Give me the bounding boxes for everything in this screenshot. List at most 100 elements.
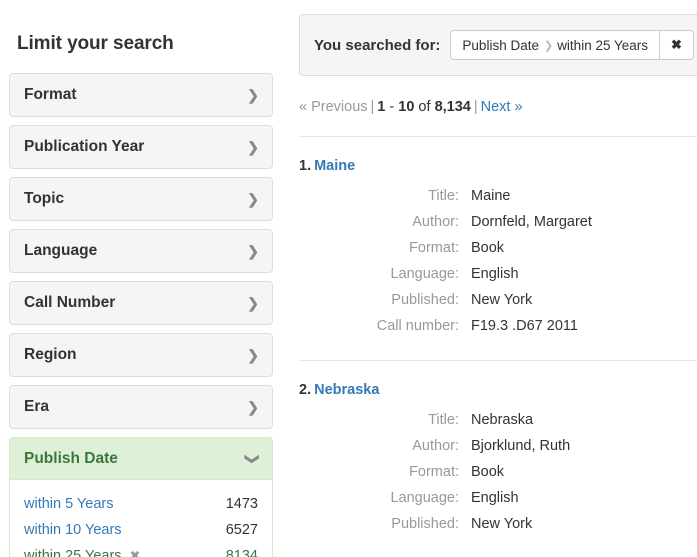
pagination: « Previous | 1 - 10 of 8,134 | Next » bbox=[299, 99, 697, 115]
facet-toggle-region[interactable]: Region ❯ bbox=[10, 334, 272, 376]
facet-panel-publish-date: Publish Date ❯ within 5 Years 1473 within 10… bbox=[9, 437, 273, 557]
facet-list: Format ❯ Publication Year ❯ Topic ❯ Language ❯ C… bbox=[9, 73, 273, 557]
result-field-row: Title: Nebraska bbox=[299, 407, 697, 433]
facet-toggle-publish-date[interactable]: Publish Date ❯ bbox=[10, 438, 272, 480]
chevron-right-icon: ❯ bbox=[247, 243, 259, 259]
facet-panel-call-number: Call Number ❯ bbox=[9, 281, 273, 325]
facet-value-row: within 5 Years 1473 bbox=[24, 491, 258, 517]
active-filter-pill[interactable]: Publish Date ❯ within 25 Years bbox=[450, 30, 660, 60]
result-field-value: Book bbox=[471, 240, 505, 256]
of-word: of bbox=[414, 99, 435, 115]
result-field-row: Author: Dornfeld, Margaret bbox=[299, 209, 697, 235]
active-filter-group: Publish Date ❯ within 25 Years ✖ bbox=[450, 30, 694, 60]
result-field-row: Title: Maine bbox=[299, 183, 697, 209]
result-field-row: Call number: F19.3 .D67 2011 bbox=[299, 313, 697, 339]
result-title-link[interactable]: Maine bbox=[314, 158, 355, 174]
active-filter-value: within 25 Years bbox=[557, 37, 649, 53]
facet-label: Region bbox=[24, 346, 77, 363]
remove-filter-button[interactable]: ✖ bbox=[659, 30, 694, 60]
facet-panel-topic: Topic ❯ bbox=[9, 177, 273, 221]
result-field-row: Published: New York bbox=[299, 287, 697, 313]
facet-panel-language: Language ❯ bbox=[9, 229, 273, 273]
result-field-value: Dornfeld, Margaret bbox=[471, 214, 592, 230]
range-end: 10 bbox=[398, 99, 415, 115]
result-field-label: Format: bbox=[409, 464, 459, 480]
range-dash: - bbox=[385, 99, 399, 115]
result-range: 1 - 10 of 8,134 bbox=[377, 99, 471, 115]
chevron-down-icon: ❯ bbox=[245, 453, 262, 465]
facet-value-link[interactable]: within 5 Years bbox=[24, 491, 113, 517]
facet-value-count: 6527 bbox=[225, 522, 258, 538]
facet-panel-format: Format ❯ bbox=[9, 73, 273, 117]
result-record: 2. Nebraska Title: Nebraska Author: Bjorklund… bbox=[299, 360, 697, 537]
facet-label: Publish Date bbox=[24, 450, 118, 467]
close-x-icon: ✖ bbox=[671, 37, 682, 52]
result-index: 1. bbox=[299, 158, 312, 174]
facet-value-row: within 10 Years 6527 bbox=[24, 517, 258, 543]
facet-panel-region: Region ❯ bbox=[9, 333, 273, 377]
facet-toggle-language[interactable]: Language ❯ bbox=[10, 230, 272, 272]
result-field-row: Language: English bbox=[299, 261, 697, 287]
chevron-right-icon: ❯ bbox=[247, 139, 259, 155]
facet-label: Publication Year bbox=[24, 138, 145, 155]
facet-toggle-publication-year[interactable]: Publication Year ❯ bbox=[10, 126, 272, 168]
result-field-row: Published: New York bbox=[299, 511, 697, 537]
result-field-value: English bbox=[471, 266, 519, 282]
result-title-link[interactable]: Nebraska bbox=[314, 382, 379, 398]
result-field-row: Format: Book bbox=[299, 235, 697, 261]
chevron-right-icon: ❯ bbox=[247, 347, 259, 363]
total-results: 8,134 bbox=[434, 99, 471, 115]
facet-panel-publication-year: Publication Year ❯ bbox=[9, 125, 273, 169]
facet-value-link[interactable]: within 25 Years bbox=[24, 543, 122, 557]
chevron-right-icon: ❯ bbox=[247, 295, 259, 311]
search-results-page: Limit your search Format ❯ Publication Yea… bbox=[0, 0, 697, 557]
result-field-label: Format: bbox=[409, 240, 459, 256]
result-record: 1. Maine Title: Maine Author: Dornfeld, Marga… bbox=[299, 136, 697, 339]
facet-toggle-topic[interactable]: Topic ❯ bbox=[10, 178, 272, 220]
facet-panel-era: Era ❯ bbox=[9, 385, 273, 429]
facet-label: Language bbox=[24, 242, 98, 259]
result-field-label: Language: bbox=[390, 490, 459, 506]
search-summary-panel: You searched for: Publish Date ❯ within … bbox=[299, 14, 697, 76]
results-list: 1. Maine Title: Maine Author: Dornfeld, Marga… bbox=[299, 136, 697, 537]
result-field-value: New York bbox=[471, 516, 533, 532]
result-field-value: Maine bbox=[471, 188, 511, 204]
facet-body-publish-date: within 5 Years 1473 within 10 Years 6527 wit… bbox=[10, 480, 272, 557]
facet-value-count: 8134 bbox=[225, 548, 258, 557]
facet-value-row: within 25 Years ✖ 8134 bbox=[24, 543, 258, 557]
facet-label: Format bbox=[24, 86, 77, 103]
searched-for-label: You searched for: bbox=[314, 36, 441, 54]
previous-page-link[interactable]: « Previous bbox=[299, 99, 368, 115]
close-x-icon[interactable]: ✖ bbox=[130, 549, 141, 557]
result-field-label: Author: bbox=[412, 438, 459, 454]
chevron-right-icon: ❯ bbox=[247, 399, 259, 415]
result-field-value: Bjorklund, Ruth bbox=[471, 438, 571, 454]
result-field-label: Title: bbox=[428, 412, 459, 428]
page-title: Limit your search bbox=[17, 33, 174, 54]
active-filter-field: Publish Date bbox=[462, 37, 539, 53]
result-field-value: Nebraska bbox=[471, 412, 534, 428]
facet-toggle-era[interactable]: Era ❯ bbox=[10, 386, 272, 428]
facet-toggle-call-number[interactable]: Call Number ❯ bbox=[10, 282, 272, 324]
next-page-link[interactable]: Next » bbox=[481, 99, 523, 115]
result-field-label: Published: bbox=[391, 516, 459, 532]
result-heading: 2. Nebraska bbox=[299, 382, 697, 398]
facet-value-count: 1473 bbox=[225, 496, 258, 512]
facet-label: Call Number bbox=[24, 294, 116, 311]
facet-toggle-format[interactable]: Format ❯ bbox=[10, 74, 272, 116]
result-field-value: New York bbox=[471, 292, 533, 308]
facet-sidebar: Limit your search Format ❯ Publication Yea… bbox=[0, 0, 282, 557]
facet-label: Topic bbox=[24, 190, 65, 207]
chevron-right-icon: ❯ bbox=[247, 87, 259, 103]
result-field-label: Call number: bbox=[376, 318, 459, 334]
result-field-label: Language: bbox=[390, 266, 459, 282]
result-field-label: Author: bbox=[412, 214, 459, 230]
pagination-divider-2: | bbox=[473, 99, 478, 115]
chevron-right-icon: ❯ bbox=[247, 191, 259, 207]
result-index: 2. bbox=[299, 382, 312, 398]
results-column: You searched for: Publish Date ❯ within … bbox=[299, 0, 697, 557]
result-field-value: English bbox=[471, 490, 519, 506]
result-heading: 1. Maine bbox=[299, 158, 697, 174]
facet-value-link[interactable]: within 10 Years bbox=[24, 517, 122, 543]
result-field-value: F19.3 .D67 2011 bbox=[471, 318, 578, 334]
